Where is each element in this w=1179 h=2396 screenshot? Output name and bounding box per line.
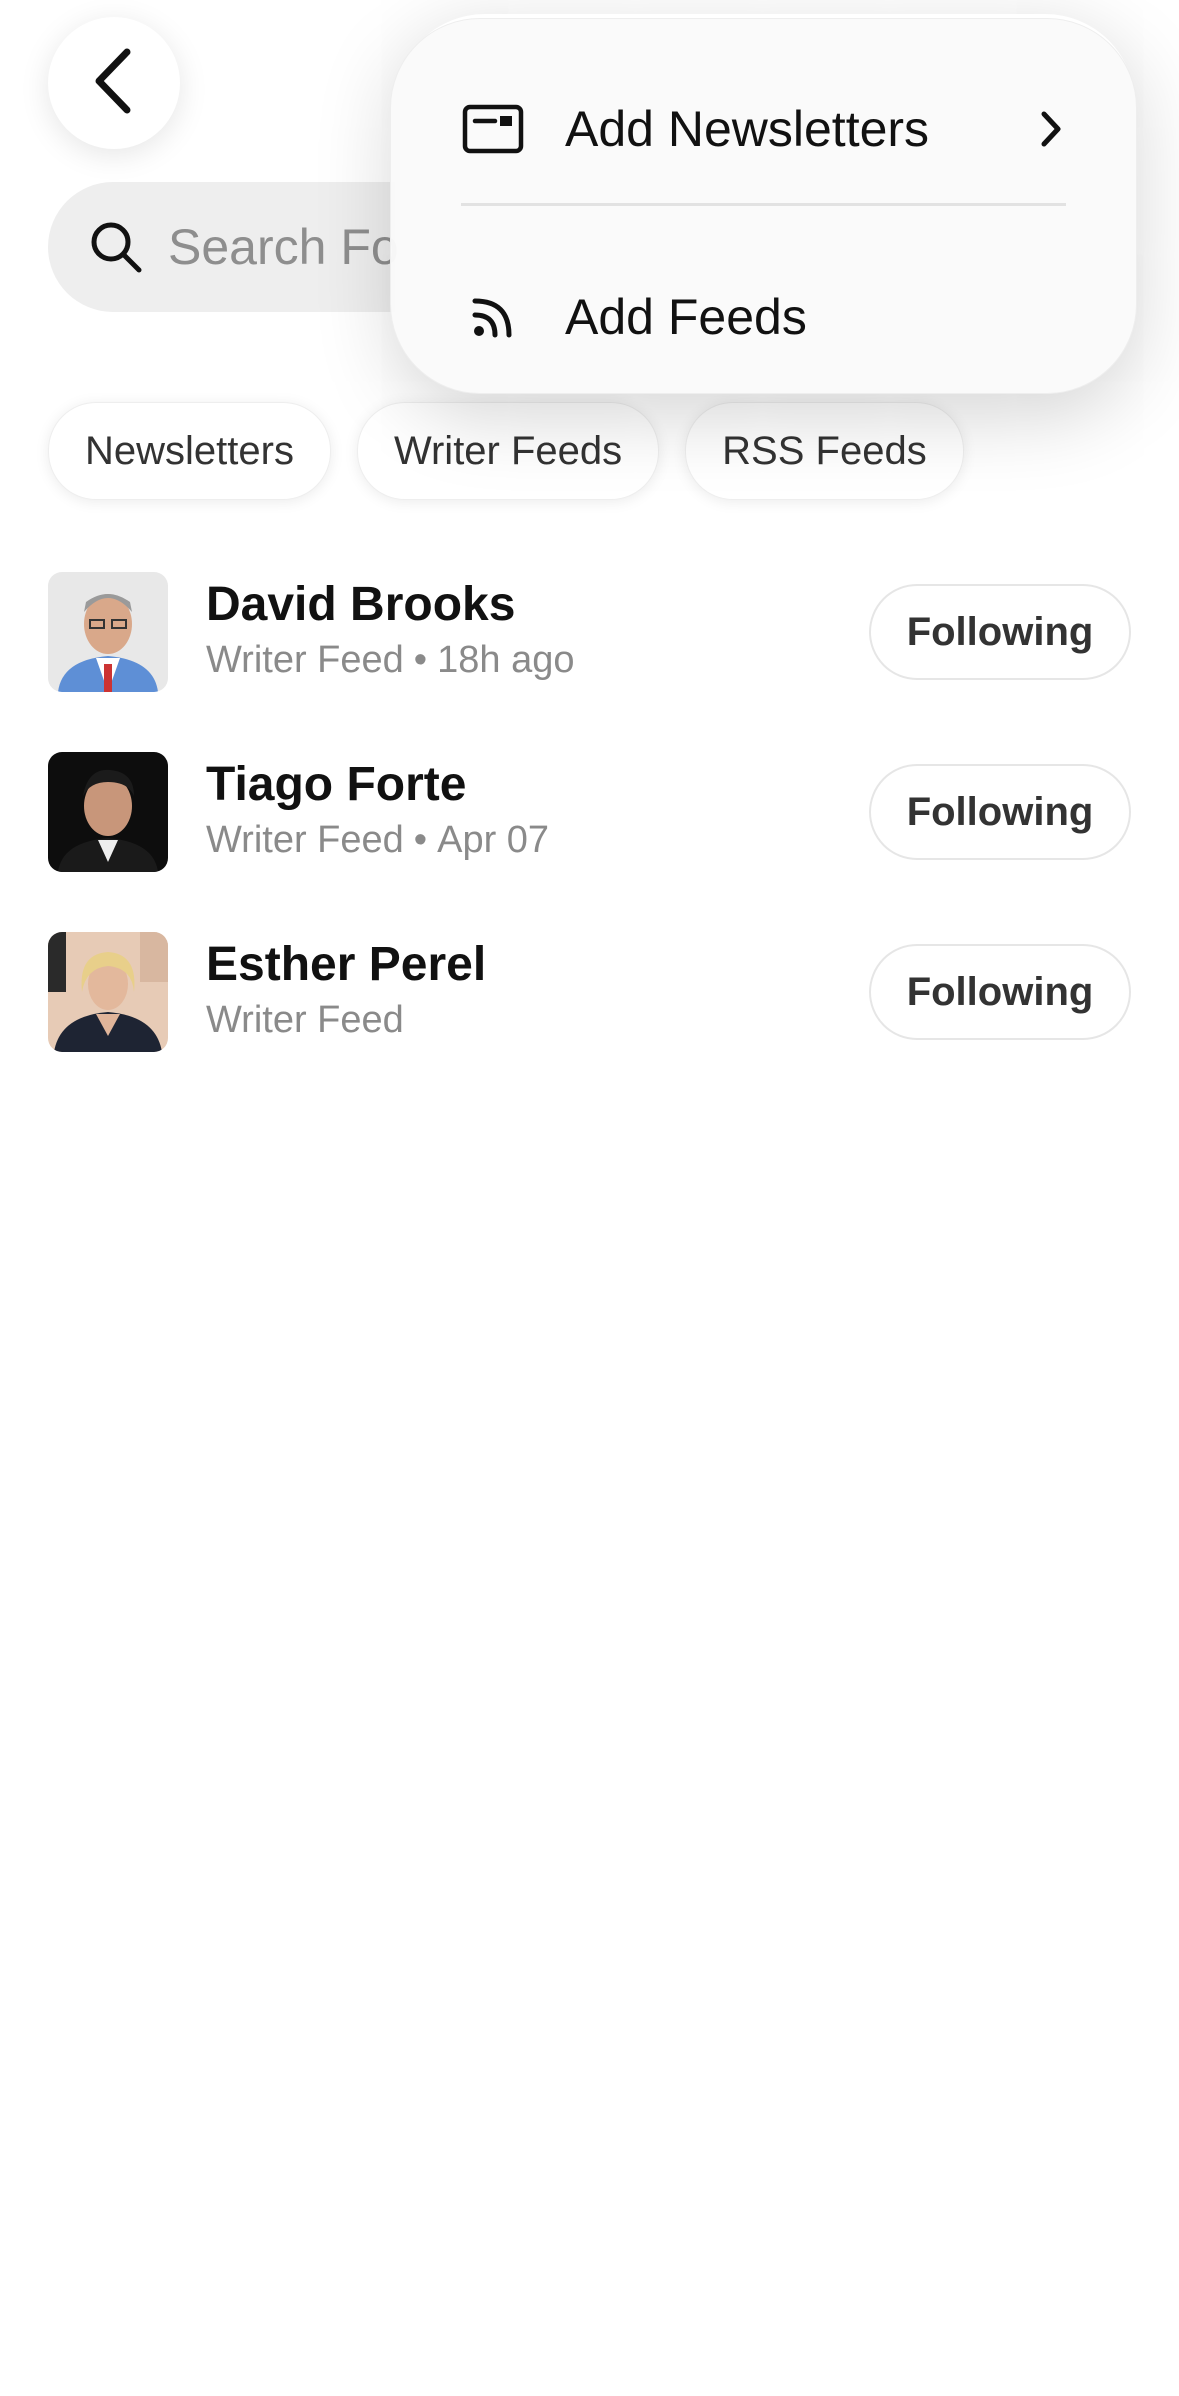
separator-dot: • [413, 819, 428, 861]
search-icon [86, 217, 146, 277]
feed-name: Tiago Forte [206, 758, 467, 811]
menu-item-add-newsletters[interactable]: Add Newsletters [461, 69, 1071, 189]
rss-icon [461, 285, 525, 349]
avatar [48, 752, 168, 872]
filter-chip-writer-feeds[interactable]: Writer Feeds [356, 402, 660, 500]
list-item[interactable]: David Brooks Writer Feed • 18h ago Followi… [48, 572, 1131, 752]
menu-item-add-feeds[interactable]: Add Feeds [461, 257, 1071, 377]
following-button[interactable]: Following [869, 944, 1131, 1040]
menu-item-label: Add Newsletters [565, 101, 930, 157]
feed-time: 18h ago [437, 639, 575, 681]
feed-type: Writer Feed [206, 819, 404, 861]
feed-time: Apr 07 [437, 819, 550, 861]
back-button[interactable] [48, 17, 180, 149]
filter-chip-newsletters[interactable]: Newsletters [48, 402, 331, 500]
list-item[interactable]: Esther Perel Writer Feed Following [48, 932, 1131, 1112]
feed-subtitle: Writer Feed • Apr 07 [206, 814, 549, 866]
search-placeholder: Search Fo [168, 219, 399, 275]
feed-type: Writer Feed [206, 639, 404, 681]
following-button[interactable]: Following [869, 764, 1131, 860]
list-item[interactable]: Tiago Forte Writer Feed • Apr 07 Following [48, 752, 1131, 932]
filter-chip-rss-feeds[interactable]: RSS Feeds [685, 402, 964, 500]
chevron-right-icon [1031, 109, 1071, 149]
menu-item-label: Add Feeds [565, 289, 807, 345]
menu-divider [461, 203, 1066, 206]
avatar [48, 932, 168, 1052]
chevron-left-icon [89, 46, 139, 121]
add-menu: Add Newsletters Add Feeds [390, 18, 1137, 394]
feed-type: Writer Feed [206, 999, 404, 1041]
feed-subtitle: Writer Feed • 18h ago [206, 634, 574, 686]
separator-dot: • [413, 639, 428, 681]
following-button[interactable]: Following [869, 584, 1131, 680]
newsletter-card-icon [461, 97, 525, 161]
feed-list: David Brooks Writer Feed • 18h ago Followi… [48, 572, 1131, 1112]
feed-name: Esther Perel [206, 938, 487, 991]
avatar [48, 572, 168, 692]
filter-chips: Newsletters Writer Feeds RSS Feeds [48, 402, 964, 500]
feed-subtitle: Writer Feed [206, 994, 486, 1046]
feed-name: David Brooks [206, 578, 516, 631]
